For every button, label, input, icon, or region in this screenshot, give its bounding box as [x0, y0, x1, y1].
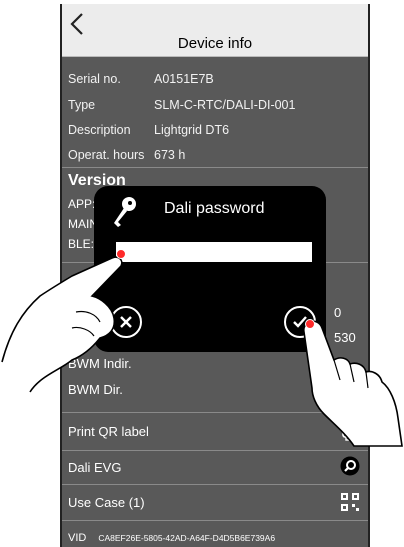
chevron-left-icon: [70, 13, 83, 35]
right-hand-pointer-icon: [303, 320, 403, 447]
divider: [62, 484, 368, 485]
left-hand-pointer-icon: [1, 256, 123, 393]
search-icon[interactable]: [340, 456, 360, 476]
vid-value: CA8EF26E-5805-42AD-A64F-D4D5B6E739A6: [98, 533, 276, 543]
dialog-title: Dali password: [164, 200, 265, 217]
info-value: Lightgrid DT6: [154, 123, 230, 137]
vid-label: VID: [68, 532, 87, 544]
info-row-serial: Serial no. A0151E7B: [68, 72, 214, 86]
info-value: A0151E7B: [154, 72, 214, 86]
info-row-type: Type SLM-C-RTC/DALI-DI-001: [68, 98, 295, 112]
vid-row: VID CA8EF26E-5805-42AD-A64F-D4D5B6E739A6: [68, 532, 275, 544]
app-header: Device info: [62, 4, 368, 57]
key-icon: [114, 197, 136, 227]
info-label: Description: [68, 123, 131, 137]
info-row-hours: Operat. hours 673 h: [68, 148, 185, 162]
divider: [62, 167, 368, 168]
info-label: Type: [68, 98, 96, 112]
info-row-description: Description Lightgrid DT6: [68, 123, 229, 137]
info-value: SLM-C-RTC/DALI-DI-001: [154, 98, 296, 112]
print-qr-row[interactable]: Print QR label: [68, 424, 149, 439]
touch-point-indicator: [305, 319, 315, 329]
info-label: Operat. hours: [68, 148, 145, 162]
info-value: 673 h: [154, 148, 186, 162]
use-case-row[interactable]: Use Case (1): [68, 495, 145, 510]
version-row-ble: BLE:: [68, 237, 95, 251]
divider: [62, 520, 368, 521]
dali-evg-row[interactable]: Dali EVG: [68, 460, 121, 475]
info-label: Serial no.: [68, 72, 121, 86]
touch-point-indicator: [116, 249, 126, 259]
version-row-app: APP:: [68, 197, 96, 211]
divider: [62, 450, 368, 451]
page-title: Device info: [177, 35, 253, 52]
qr-code-icon[interactable]: [340, 492, 360, 512]
